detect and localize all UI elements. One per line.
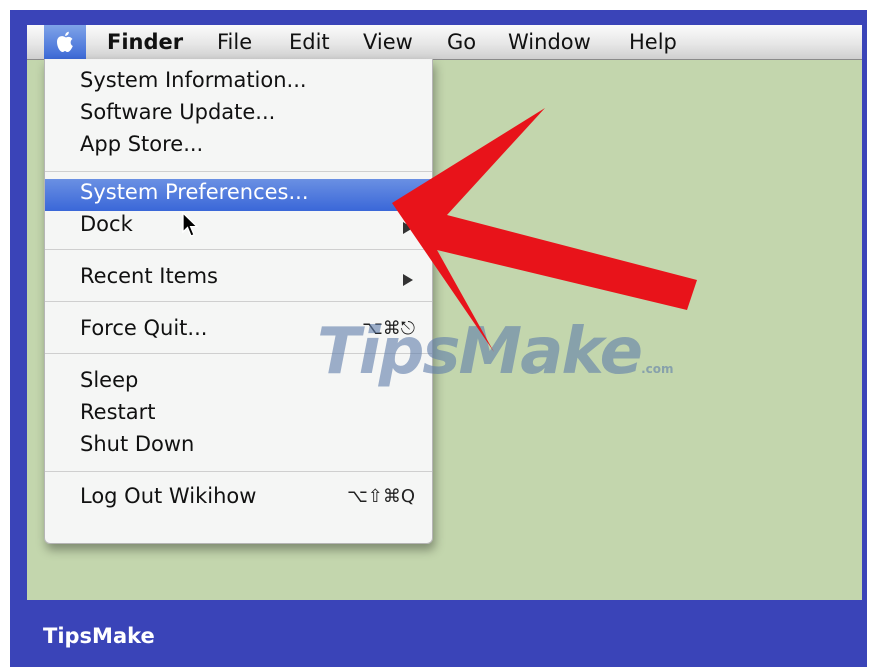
red-pointer-arrow-icon: [392, 108, 697, 352]
brand-footer: TipsMake: [43, 624, 155, 648]
mac-desktop: Finder File Edit View Go Window Help Sys…: [27, 25, 862, 600]
image-frame: Finder File Edit View Go Window Help Sys…: [10, 10, 867, 667]
